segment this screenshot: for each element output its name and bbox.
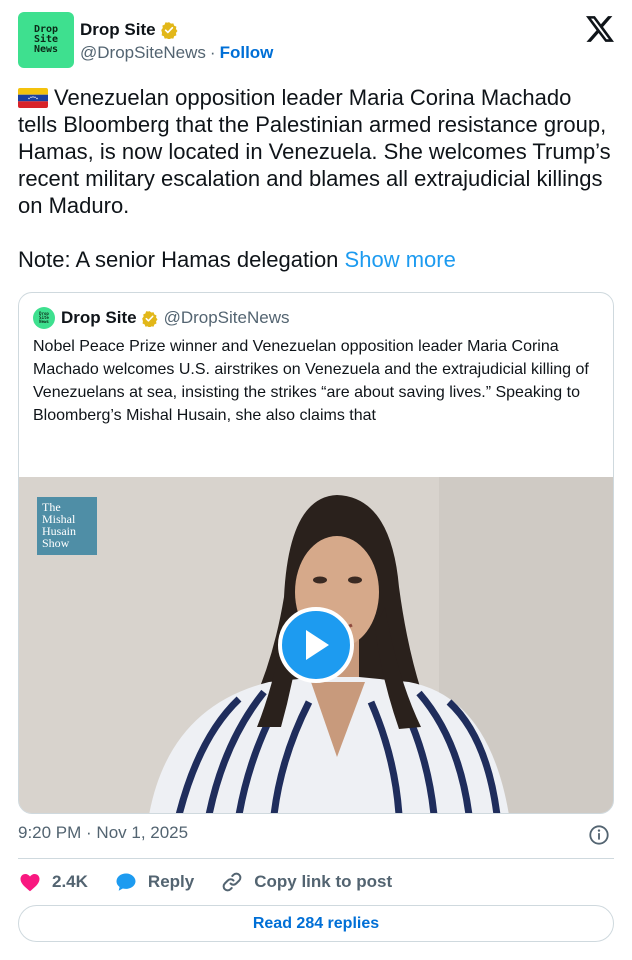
reply-label: Reply: [147, 872, 195, 891]
like-button[interactable]: 2.4K: [18, 870, 88, 894]
verified-badge-icon: [160, 22, 178, 39]
video-player[interactable]: The Mishal Husain Show: [19, 477, 613, 813]
x-logo-icon[interactable]: [586, 16, 614, 42]
play-button[interactable]: [278, 607, 354, 683]
verified-badge-icon: [141, 310, 158, 327]
author-handle[interactable]: @DropSiteNews: [80, 43, 206, 63]
info-icon[interactable]: [588, 824, 610, 846]
venezuela-flag-icon: [18, 88, 48, 108]
heart-icon: [20, 874, 40, 892]
tweet-body: Venezuelan opposition leader Maria Corin…: [18, 84, 614, 273]
author-name-line: Drop Site: [80, 20, 178, 40]
quoted-tweet-card[interactable]: Drop Site News Drop Site @DropSiteNews N…: [18, 292, 614, 814]
tweet-header: Drop Site News Drop Site @DropSiteNews ·…: [18, 12, 614, 72]
separator-dot: ·: [209, 43, 216, 62]
copy-link-button[interactable]: Copy link to post: [220, 870, 392, 894]
divider: [18, 858, 614, 859]
quoted-author-avatar: Drop Site News: [33, 307, 55, 329]
follow-button[interactable]: Follow: [220, 43, 274, 63]
quoted-author-handle: @DropSiteNews: [163, 308, 290, 327]
quoted-tweet-text: Nobel Peace Prize winner and Venezuelan …: [33, 338, 589, 424]
read-replies-button[interactable]: Read 284 replies: [18, 905, 614, 942]
reply-button[interactable]: Reply: [114, 870, 194, 894]
show-logo: The Mishal Husain Show: [37, 497, 97, 555]
tweet-timestamp[interactable]: 9:20 PM · Nov 1, 2025: [18, 823, 188, 843]
likes-count: 2.4K: [52, 872, 88, 891]
tweet-text-main: Venezuelan opposition leader Maria Corin…: [18, 85, 611, 218]
reply-bubble-icon: [116, 873, 136, 891]
tweet-text-note: Note: A senior Hamas delegation: [18, 247, 339, 272]
avatar-logo-text: Drop Site News: [33, 24, 59, 55]
quoted-avatar-logo-text: Drop Site News: [39, 311, 49, 324]
author-handle-line: @DropSiteNews · Follow: [80, 43, 273, 63]
link-icon: [222, 872, 242, 892]
copy-link-label: Copy link to post: [254, 872, 393, 891]
quoted-tweet-header: Drop Site News Drop Site @DropSiteNews: [33, 307, 289, 329]
author-display-name[interactable]: Drop Site: [80, 20, 156, 40]
tweet-actions-bar: 2.4K Reply Copy link to post: [18, 870, 418, 894]
play-icon: [306, 630, 329, 660]
quoted-author-name: Drop Site: [61, 308, 137, 327]
show-more-link[interactable]: Show more: [345, 247, 456, 272]
author-avatar[interactable]: Drop Site News: [18, 12, 74, 68]
